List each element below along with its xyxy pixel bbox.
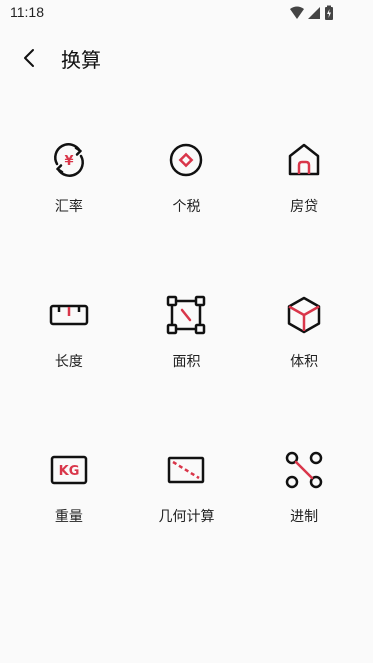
svg-text:¥: ¥: [64, 154, 73, 169]
tool-label: 进制: [290, 509, 319, 525]
currency-exchange-icon: ¥: [49, 140, 89, 180]
tool-label: 几何计算: [158, 509, 215, 525]
tool-length[interactable]: 长度: [10, 295, 128, 450]
tool-label: 房贷: [290, 199, 319, 215]
app-bar: 换算: [0, 26, 373, 90]
tool-label: 重量: [54, 509, 83, 525]
status-icons: [289, 5, 347, 21]
tool-area[interactable]: 面积: [128, 295, 246, 450]
volume-cube-icon: [284, 295, 324, 335]
status-bar: 11:18: [0, 0, 373, 26]
wifi-icon: [290, 6, 304, 19]
tool-number-base[interactable]: 进制: [245, 450, 363, 605]
tool-label: 汇率: [54, 199, 83, 215]
back-arrow-icon: [24, 49, 34, 67]
tool-exchange-rate[interactable]: ¥ 汇率: [10, 140, 128, 295]
tool-label: 体积: [290, 354, 319, 370]
weight-kg-icon: KG: [49, 450, 89, 490]
tool-weight[interactable]: KG 重量: [10, 450, 128, 605]
signal-icon: [308, 7, 320, 19]
tool-geometry[interactable]: 几何计算: [128, 450, 246, 605]
status-time: 11:18: [10, 4, 44, 20]
tax-icon: [166, 140, 206, 180]
area-icon: [166, 295, 206, 335]
tool-label: 面积: [172, 354, 201, 370]
tool-label: 长度: [54, 354, 83, 370]
tool-mortgage[interactable]: 房贷: [245, 140, 363, 295]
svg-text:KG: KG: [58, 464, 79, 479]
back-button[interactable]: [14, 42, 46, 74]
battery-charging-icon: [325, 5, 333, 20]
geometry-icon: [166, 450, 206, 490]
tool-grid: ¥ 汇率 个税 房贷 长度 面积 体积 KG 重量 几何计算 进制: [10, 140, 363, 605]
tool-volume[interactable]: 体积: [245, 295, 363, 450]
number-base-icon: [284, 450, 324, 490]
tool-income-tax[interactable]: 个税: [128, 140, 246, 295]
house-loan-icon: [284, 140, 324, 180]
tool-label: 个税: [172, 199, 201, 215]
page-title: 换算: [61, 48, 101, 72]
ruler-icon: [49, 295, 89, 335]
